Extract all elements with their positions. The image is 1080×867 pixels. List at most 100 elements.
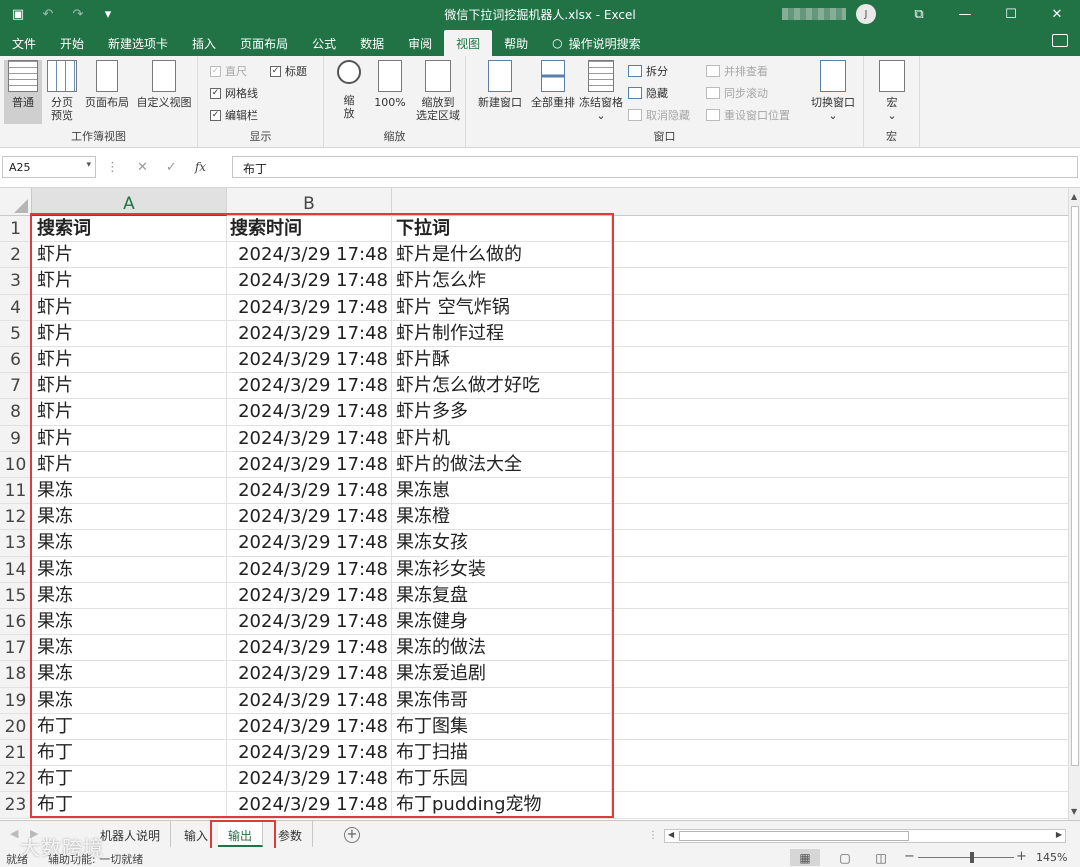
tab-new[interactable]: 新建选项卡 [96, 30, 180, 56]
cell-b[interactable]: 搜索时间 [227, 216, 392, 242]
insert-function-icon[interactable]: fx [195, 160, 206, 174]
cell-c[interactable]: 虾片是什么做的 [392, 242, 612, 268]
cell-a[interactable]: 虾片 [32, 373, 227, 399]
cell-c[interactable]: 果冻的做法 [392, 635, 612, 661]
arrange-all-button[interactable]: 全部重排 [526, 60, 580, 109]
cell-b[interactable]: 2024/3/29 17:48 [227, 478, 392, 504]
cell-c[interactable]: 虾片 空气炸锅 [392, 294, 612, 320]
cell-a[interactable]: 虾片 [32, 294, 227, 320]
vertical-scrollbar[interactable]: ▲ ▼ [1068, 188, 1080, 820]
cell-c[interactable]: 布丁pudding宠物 [392, 792, 612, 818]
cell-b[interactable]: 2024/3/29 17:48 [227, 425, 392, 451]
cell-b[interactable]: 2024/3/29 17:48 [227, 766, 392, 792]
cell-empty[interactable] [612, 268, 1068, 293]
cell-c[interactable]: 虾片机 [392, 425, 612, 451]
cell-empty[interactable] [612, 557, 1068, 582]
cell-a[interactable]: 虾片 [32, 425, 227, 451]
customize-toolbar-icon[interactable]: ▾ [100, 6, 116, 22]
cell-a[interactable]: 布丁 [32, 766, 227, 792]
cell-b[interactable]: 2024/3/29 17:48 [227, 504, 392, 530]
scroll-right-icon[interactable]: ▶ [1056, 830, 1062, 839]
row-header[interactable]: 4 [0, 294, 32, 320]
row-header[interactable]: 1 [0, 216, 32, 242]
cell-a[interactable]: 虾片 [32, 451, 227, 477]
cell-c[interactable]: 布丁乐园 [392, 766, 612, 792]
cell-b[interactable]: 2024/3/29 17:48 [227, 451, 392, 477]
cell-a[interactable]: 虾片 [32, 347, 227, 373]
horizontal-scroll-thumb[interactable] [679, 831, 909, 841]
row-header[interactable]: 20 [0, 713, 32, 739]
cell-b[interactable]: 2024/3/29 17:48 [227, 320, 392, 346]
zoom-100-button[interactable]: 100% [370, 60, 410, 109]
gridlines-checkbox[interactable]: ✓ 网格线 [210, 85, 258, 101]
view-side-by-side-button[interactable]: 并排查看 [706, 63, 768, 79]
row-header[interactable]: 14 [0, 556, 32, 582]
save-icon[interactable]: ▣ [10, 6, 26, 22]
sheet-tab-robot-guide[interactable]: 机器人说明 [90, 821, 172, 847]
cell-empty[interactable] [612, 321, 1068, 346]
cell-empty[interactable] [612, 242, 1068, 267]
cell-empty[interactable] [612, 426, 1068, 451]
sync-scroll-button[interactable]: 同步滚动 [706, 85, 768, 101]
page-layout-view-button[interactable]: 页面布局 [82, 60, 132, 109]
cell-b[interactable]: 2024/3/29 17:48 [227, 530, 392, 556]
zoom-to-selection-button[interactable]: 缩放到 选定区域 [412, 60, 464, 122]
row-header[interactable]: 12 [0, 504, 32, 530]
cell-empty[interactable] [612, 766, 1068, 791]
cell-empty[interactable] [612, 530, 1068, 555]
chevron-down-icon[interactable]: ▾ [86, 160, 91, 170]
cell-empty[interactable] [612, 792, 1068, 817]
cell-c[interactable]: 虾片怎么做才好吃 [392, 373, 612, 399]
cell-c[interactable]: 虾片怎么炸 [392, 268, 612, 294]
row-header[interactable]: 11 [0, 478, 32, 504]
hide-button[interactable]: 隐藏 [628, 85, 668, 101]
macros-button[interactable]: 宏 ⌄ [874, 60, 910, 122]
row-header[interactable]: 16 [0, 609, 32, 635]
cell-b[interactable]: 2024/3/29 17:48 [227, 556, 392, 582]
cell-b[interactable]: 2024/3/29 17:48 [227, 242, 392, 268]
tab-data[interactable]: 数据 [348, 30, 396, 56]
tab-file[interactable]: 文件 [0, 30, 48, 56]
column-header-a[interactable]: A [32, 188, 227, 216]
cell-c[interactable]: 虾片制作过程 [392, 320, 612, 346]
comments-icon[interactable] [1052, 34, 1068, 47]
row-header[interactable]: 21 [0, 740, 32, 766]
cell-a[interactable]: 虾片 [32, 242, 227, 268]
zoom-level[interactable]: 145% [1036, 851, 1067, 864]
next-sheet-icon[interactable]: ▶ [30, 827, 38, 840]
cell-a[interactable]: 果冻 [32, 635, 227, 661]
cell-empty[interactable] [612, 635, 1068, 660]
cell-a[interactable]: 布丁 [32, 713, 227, 739]
cell-empty[interactable] [612, 452, 1068, 477]
row-header[interactable]: 22 [0, 766, 32, 792]
reset-window-position-button[interactable]: 重设窗口位置 [706, 107, 790, 123]
headings-checkbox[interactable]: ✓ 标题 [270, 63, 307, 79]
select-all-button[interactable] [0, 188, 32, 216]
scroll-down-icon[interactable]: ▼ [1071, 807, 1077, 816]
cell-c[interactable]: 果冻伟哥 [392, 687, 612, 713]
cell-b[interactable]: 2024/3/29 17:48 [227, 713, 392, 739]
cell-b[interactable]: 2024/3/29 17:48 [227, 399, 392, 425]
zoom-slider[interactable] [918, 852, 1014, 863]
horizontal-scrollbar[interactable]: ◀ ▶ [664, 829, 1066, 843]
row-header[interactable]: 10 [0, 451, 32, 477]
cell-a[interactable]: 搜索词 [32, 216, 227, 242]
cell-c[interactable]: 布丁图集 [392, 713, 612, 739]
cell-c[interactable]: 虾片多多 [392, 399, 612, 425]
redo-icon[interactable]: ↷ [70, 6, 86, 22]
cell-a[interactable]: 布丁 [32, 792, 227, 818]
ruler-checkbox[interactable]: ✓ 直尺 [210, 63, 247, 79]
cell-empty[interactable] [612, 740, 1068, 765]
unhide-button[interactable]: 取消隐藏 [628, 107, 690, 123]
custom-views-button[interactable]: 自定义视图 [134, 60, 194, 109]
tab-view[interactable]: 视图 [444, 30, 493, 56]
cell-a[interactable]: 果冻 [32, 687, 227, 713]
scroll-up-icon[interactable]: ▲ [1071, 192, 1077, 201]
cell-c[interactable]: 果冻健身 [392, 609, 612, 635]
cell-empty[interactable] [612, 347, 1068, 372]
cell-b[interactable]: 2024/3/29 17:48 [227, 294, 392, 320]
scroll-left-icon[interactable]: ◀ [668, 830, 674, 839]
normal-view-button[interactable]: 普通 [4, 60, 42, 124]
column-header-b[interactable]: B [227, 188, 392, 216]
cell-empty[interactable] [612, 609, 1068, 634]
